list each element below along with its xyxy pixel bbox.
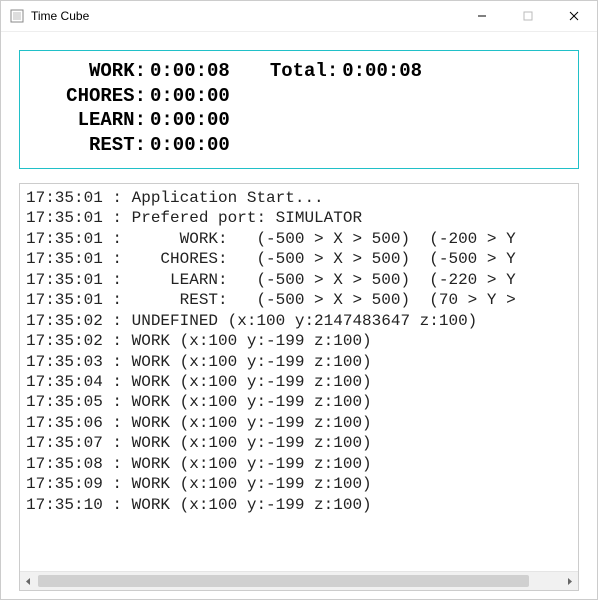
log-line: 17:35:02 : UNDEFINED (x:100 y:2147483647…: [26, 311, 572, 331]
window-title: Time Cube: [31, 9, 89, 23]
summary-value: 0:00:08: [146, 59, 230, 84]
log-line: 17:35:09 : WORK (x:100 y:-199 z:100): [26, 474, 572, 494]
minimize-button[interactable]: [459, 1, 505, 31]
log-line: 17:35:01 : LEARN: (-500 > X > 500) (-220…: [26, 270, 572, 290]
summary-label: LEARN:: [34, 108, 146, 133]
summary-label: CHORES:: [34, 84, 146, 109]
log-line: 17:35:01 : CHORES: (-500 > X > 500) (-50…: [26, 249, 572, 269]
scroll-track[interactable]: [38, 574, 560, 588]
summary-total-label: Total:: [230, 59, 338, 84]
log-line: 17:35:01 : WORK: (-500 > X > 500) (-200 …: [26, 229, 572, 249]
summary-value: 0:00:00: [146, 108, 230, 133]
summary-panel: WORK: 0:00:08 Total: 0:00:08 CHORES: 0:0…: [19, 50, 579, 169]
log-line: 17:35:03 : WORK (x:100 y:-199 z:100): [26, 352, 572, 372]
summary-value: 0:00:00: [146, 133, 230, 158]
scroll-right-button[interactable]: [561, 573, 578, 590]
log-line: 17:35:10 : WORK (x:100 y:-199 z:100): [26, 495, 572, 515]
summary-label: WORK:: [34, 59, 146, 84]
summary-label: REST:: [34, 133, 146, 158]
log-line: 17:35:01 : REST: (-500 > X > 500) (70 > …: [26, 290, 572, 310]
log-line: 17:35:08 : WORK (x:100 y:-199 z:100): [26, 454, 572, 474]
summary-row-learn: LEARN: 0:00:00: [34, 108, 564, 133]
summary-value: 0:00:00: [146, 84, 230, 109]
titlebar: Time Cube: [1, 1, 597, 32]
horizontal-scrollbar[interactable]: [20, 571, 578, 590]
content-area: WORK: 0:00:08 Total: 0:00:08 CHORES: 0:0…: [1, 32, 597, 599]
log-line: 17:35:04 : WORK (x:100 y:-199 z:100): [26, 372, 572, 392]
close-button[interactable]: [551, 1, 597, 31]
log-line: 17:35:01 : Application Start...: [26, 188, 572, 208]
app-window: Time Cube WORK: 0:00:08 Total: 0:00:08 C…: [0, 0, 598, 600]
log-line: 17:35:02 : WORK (x:100 y:-199 z:100): [26, 331, 572, 351]
summary-total-value: 0:00:08: [338, 59, 422, 84]
app-icon: [9, 8, 25, 24]
maximize-button[interactable]: [505, 1, 551, 31]
log-line: 17:35:05 : WORK (x:100 y:-199 z:100): [26, 392, 572, 412]
summary-row-rest: REST: 0:00:00: [34, 133, 564, 158]
scroll-thumb[interactable]: [38, 575, 529, 587]
scroll-left-button[interactable]: [20, 573, 37, 590]
log-text[interactable]: 17:35:01 : Application Start...17:35:01 …: [20, 184, 578, 571]
log-panel: 17:35:01 : Application Start...17:35:01 …: [19, 183, 579, 591]
log-line: 17:35:01 : Prefered port: SIMULATOR: [26, 208, 572, 228]
log-line: 17:35:07 : WORK (x:100 y:-199 z:100): [26, 433, 572, 453]
summary-row-chores: CHORES: 0:00:00: [34, 84, 564, 109]
summary-row-work: WORK: 0:00:08 Total: 0:00:08: [34, 59, 564, 84]
log-line: 17:35:06 : WORK (x:100 y:-199 z:100): [26, 413, 572, 433]
